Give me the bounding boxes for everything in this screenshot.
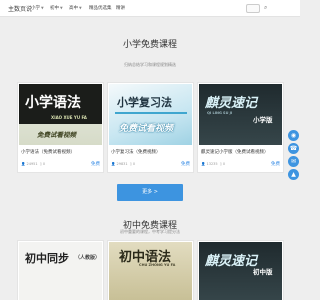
nav-item-senior-label: 高中: [69, 6, 78, 11]
search-icon[interactable]: ⌕: [264, 4, 267, 12]
course-thumbnail[interactable]: 麒灵速记 QI LING SU JI 小学版: [199, 84, 282, 145]
course-thumbnail[interactable]: 初中语法 CHU ZHONG YU FA: [109, 242, 192, 300]
chevron-down-icon: ▼: [60, 6, 63, 10]
course-thumbnail[interactable]: 初中同步 （人教版）: [19, 242, 102, 300]
nav-item-featured[interactable]: 精品优选集: [89, 5, 112, 11]
thumbnail-subtitle: CHU ZHONG YU FA: [139, 263, 176, 267]
course-meta: 👤 13235 ▯ 0: [201, 162, 225, 166]
view-count: 24951: [26, 162, 38, 166]
lesson-icon: ▯: [39, 162, 42, 166]
course-title[interactable]: 小学复习法（免费视频）: [111, 149, 161, 155]
search-input[interactable]: [246, 4, 260, 13]
thumbnail-divider: [115, 112, 187, 114]
thumbnail-title: 麒灵速记: [205, 254, 258, 269]
thumbnail-title: 小学复习法: [117, 96, 172, 109]
nav-item-primary-label: 小学: [31, 6, 40, 11]
top-icon[interactable]: ▲: [288, 169, 299, 180]
course-card[interactable]: 麒灵速记 QI LING SU JI 小学版 麒灵速记小学版（免费试看视频） 👤…: [197, 82, 284, 173]
view-count: 29831: [116, 162, 128, 166]
course-meta: 👤 29831 ▯ 0: [111, 162, 135, 166]
course-price: 免费: [271, 162, 280, 167]
section-title-primary: 小学免费课程: [122, 40, 177, 50]
course-thumbnail[interactable]: 小学语法 XIAO XUE YU FA 免费试看视频: [19, 84, 102, 145]
lesson-icon: ▯: [219, 162, 222, 166]
course-card[interactable]: 初中同步 （人教版）: [17, 240, 104, 300]
course-price: 免费: [91, 162, 100, 167]
course-title[interactable]: 小学语法（免费试看视频）: [21, 149, 75, 155]
thumbnail-title: 初中同步: [25, 252, 69, 265]
thumbnail-tagline: 小学版: [253, 116, 273, 124]
view-count: 13235: [206, 162, 218, 166]
chevron-down-icon: ▼: [41, 6, 44, 10]
lesson-icon: ▯: [129, 162, 132, 166]
nav-item-junior[interactable]: 初中▼: [50, 5, 63, 11]
lesson-count: 0: [42, 162, 46, 166]
thumbnail-tagline: 免费试看视频: [119, 124, 174, 134]
thumbnail-subtitle: （人教版）: [75, 255, 101, 261]
thumbnail-tagline: 免费试看视频: [37, 131, 76, 139]
thumbnail-title: 小学语法: [25, 95, 81, 111]
chevron-down-icon: ▼: [79, 6, 82, 10]
top-nav-bar: 主数页说 小学▼ 初中▼ 高中▼ 精品优选集 精讲 ⌕: [0, 0, 300, 17]
course-card[interactable]: 麒灵速记 初中版: [197, 240, 284, 300]
user-icon: 👤: [201, 162, 206, 166]
course-thumbnail[interactable]: 小学复习法 免费试看视频: [109, 84, 192, 145]
lesson-count: 0: [222, 162, 226, 166]
course-meta: 👤 24951 ▯ 0: [21, 162, 45, 166]
course-card[interactable]: 小学复习法 免费试看视频 小学复习法（免费视频） 👤 29831 ▯ 0 免费: [107, 82, 194, 173]
thumbnail-title: 麒灵速记: [205, 96, 258, 111]
section-subtitle-secondary: 初中重要的课程，中考学习提分法: [120, 229, 180, 234]
section-subtitle-primary: 归纳总结学习和课程规划精选: [124, 62, 176, 67]
course-price: 免费: [181, 162, 190, 167]
qq-icon[interactable]: ◉: [288, 130, 299, 141]
course-title[interactable]: 麒灵速记小学版（免费试看视频）: [201, 149, 269, 155]
more-button[interactable]: 更多 >: [117, 184, 183, 201]
nav-item-lectures[interactable]: 精讲: [116, 5, 125, 11]
nav-item-primary[interactable]: 小学▼: [31, 5, 44, 11]
lesson-count: 0: [132, 162, 136, 166]
nav-item-junior-label: 初中: [50, 6, 59, 11]
course-card[interactable]: 小学语法 XIAO XUE YU FA 免费试看视频 小学语法（免费试看视频） …: [17, 82, 104, 173]
wechat-icon[interactable]: ✉: [288, 156, 299, 167]
course-thumbnail[interactable]: 麒灵速记 初中版: [199, 242, 282, 300]
user-icon: 👤: [21, 162, 26, 166]
thumbnail-subtitle: QI LING SU JI: [207, 111, 233, 115]
thumbnail-subtitle: XIAO XUE YU FA: [51, 115, 87, 120]
site-logo[interactable]: 主数页说: [8, 4, 32, 13]
course-card[interactable]: 初中语法 CHU ZHONG YU FA: [107, 240, 194, 300]
thumbnail-subtitle: 初中版: [253, 268, 273, 276]
user-icon: 👤: [111, 162, 116, 166]
nav-item-senior[interactable]: 高中▼: [69, 5, 82, 11]
phone-icon[interactable]: ☎: [288, 143, 299, 154]
